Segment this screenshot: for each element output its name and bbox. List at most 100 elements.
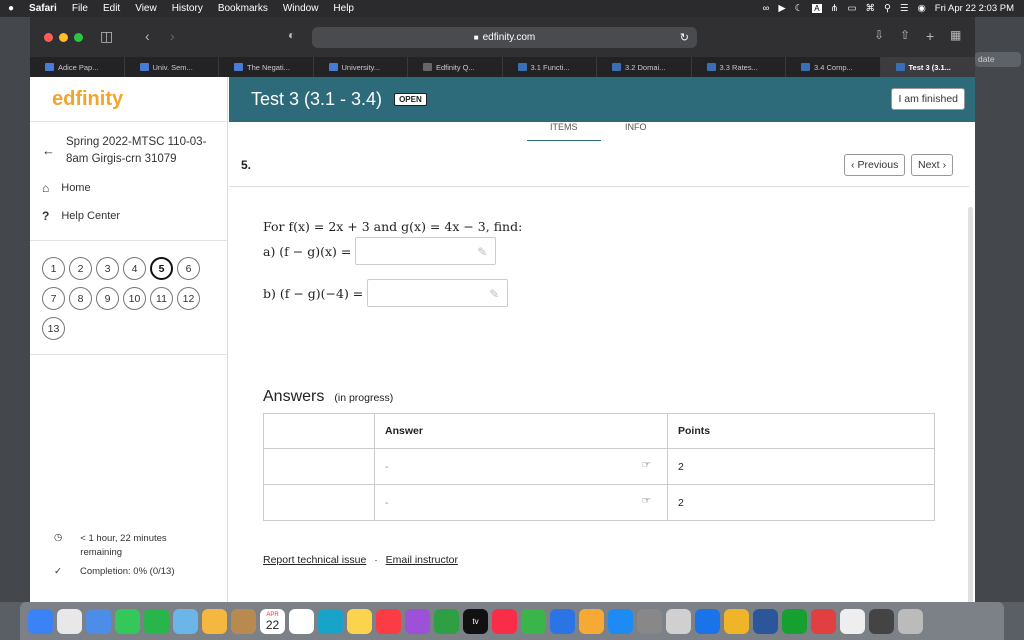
pages-icon[interactable] bbox=[579, 608, 604, 634]
back-arrow-icon[interactable]: ← bbox=[42, 143, 55, 158]
calendar-icon[interactable]: APR 22 bbox=[260, 608, 285, 634]
search-icon[interactable]: ⚲ bbox=[884, 3, 891, 14]
apple-tv-icon[interactable]: tv bbox=[463, 608, 488, 634]
launchpad-icon[interactable] bbox=[57, 608, 82, 634]
music-icon[interactable] bbox=[376, 608, 401, 634]
pencil-icon[interactable]: ✎ bbox=[489, 287, 499, 301]
facetime-icon[interactable] bbox=[144, 608, 169, 634]
browser-tab[interactable]: 3.1 Functi... bbox=[503, 57, 597, 77]
tab-info[interactable]: INFO bbox=[625, 122, 647, 132]
hand-pointer-icon[interactable]: ☞ bbox=[642, 459, 651, 471]
maps-icon[interactable] bbox=[173, 608, 198, 634]
hand-pointer-icon[interactable]: ☞ bbox=[642, 495, 651, 507]
question-1[interactable]: 1 bbox=[42, 257, 65, 280]
excel-app-icon[interactable] bbox=[782, 608, 807, 634]
menu-file[interactable]: File bbox=[72, 3, 88, 14]
wifi-icon[interactable]: ⌘ bbox=[866, 3, 876, 14]
browser-tab[interactable]: 3.3 Rates... bbox=[692, 57, 786, 77]
answer-input-a[interactable]: ✎ bbox=[355, 237, 497, 265]
document-icon[interactable] bbox=[840, 608, 865, 634]
menu-bookmarks[interactable]: Bookmarks bbox=[218, 3, 268, 14]
reminders-icon[interactable] bbox=[289, 608, 314, 634]
zoom-app-icon[interactable] bbox=[695, 608, 720, 634]
system-preferences-icon[interactable] bbox=[637, 608, 662, 634]
course-title[interactable]: Spring 2022-MTSC 110-03-8am Girgis-crn 3… bbox=[66, 134, 216, 168]
contacts-icon[interactable] bbox=[231, 608, 256, 634]
question-10[interactable]: 10 bbox=[123, 287, 146, 310]
podcasts-icon[interactable] bbox=[405, 608, 430, 634]
reload-icon[interactable]: ↻ bbox=[680, 31, 689, 44]
menu-history[interactable]: History bbox=[172, 3, 203, 14]
keyboard-input-icon[interactable]: A bbox=[812, 4, 822, 13]
word-icon[interactable] bbox=[753, 608, 778, 634]
play-icon[interactable]: ▶ bbox=[778, 3, 785, 14]
bluetooth-icon[interactable]: ⋔ bbox=[831, 3, 839, 14]
answer-input-b[interactable]: ✎ bbox=[367, 279, 509, 307]
photos-icon[interactable] bbox=[202, 608, 227, 634]
question-12[interactable]: 12 bbox=[177, 287, 200, 310]
clock[interactable]: Fri Apr 22 2:03 PM bbox=[935, 3, 1014, 14]
question-11[interactable]: 11 bbox=[150, 287, 173, 310]
browser-tab[interactable]: University... bbox=[314, 57, 408, 77]
browser-tab[interactable]: Test 3 (3.1... bbox=[880, 57, 975, 77]
close-window-button[interactable] bbox=[44, 32, 53, 42]
mail-icon[interactable] bbox=[86, 608, 111, 634]
remote-app-icon[interactable] bbox=[811, 608, 836, 634]
menu-app-name[interactable]: Safari bbox=[29, 3, 57, 14]
nav-home[interactable]: ⌂ Home bbox=[42, 181, 91, 195]
question-2[interactable]: 2 bbox=[69, 257, 92, 280]
notes-icon[interactable] bbox=[347, 608, 372, 634]
question-9[interactable]: 9 bbox=[96, 287, 119, 310]
browser-tab[interactable]: Univ. Sem... bbox=[125, 57, 219, 77]
question-6[interactable]: 6 bbox=[177, 257, 200, 280]
question-5[interactable]: 5 bbox=[150, 257, 173, 280]
app-store-icon[interactable] bbox=[608, 608, 633, 634]
downloads-icon[interactable]: ⇩ bbox=[874, 28, 884, 42]
question-4[interactable]: 4 bbox=[123, 257, 146, 280]
sync-app-icon[interactable] bbox=[318, 608, 343, 634]
email-instructor-link[interactable]: Email instructor bbox=[386, 554, 458, 566]
next-button[interactable]: Next › bbox=[911, 154, 954, 176]
browser-tab[interactable]: 3.2 Domai... bbox=[597, 57, 692, 77]
siri-icon[interactable]: ◉ bbox=[918, 3, 926, 14]
forward-icon[interactable]: › bbox=[170, 28, 175, 44]
nav-help-center[interactable]: ? Help Center bbox=[42, 209, 120, 223]
screen-icon[interactable] bbox=[869, 608, 894, 634]
browser-tab[interactable]: 3.4 Comp... bbox=[786, 57, 881, 77]
menu-edit[interactable]: Edit bbox=[103, 3, 120, 14]
news-icon[interactable] bbox=[492, 608, 517, 634]
share-icon[interactable]: ⇧ bbox=[900, 28, 910, 42]
find-my-icon[interactable] bbox=[434, 608, 459, 634]
previous-button[interactable]: ‹ Previous bbox=[844, 154, 906, 176]
tab-overview-icon[interactable]: ▦ bbox=[950, 28, 961, 42]
finder-icon[interactable] bbox=[28, 608, 53, 634]
question-3[interactable]: 3 bbox=[96, 257, 119, 280]
link-icon[interactable]: ∞ bbox=[763, 3, 770, 14]
privacy-shield-icon[interactable]: ◐ bbox=[288, 28, 295, 42]
numbers-icon[interactable] bbox=[521, 608, 546, 634]
browser-tab[interactable]: The Negati... bbox=[219, 57, 314, 77]
trash-icon[interactable] bbox=[898, 608, 923, 634]
menu-help[interactable]: Help bbox=[333, 3, 354, 14]
page-scrollbar[interactable] bbox=[968, 207, 973, 602]
address-bar[interactable]: ■ edfinity.com ↻ bbox=[312, 27, 697, 48]
finish-button[interactable]: I am finished bbox=[891, 88, 965, 110]
zoom-window-button[interactable] bbox=[74, 32, 83, 42]
menu-view[interactable]: View bbox=[135, 3, 157, 14]
control-center-icon[interactable]: ☰ bbox=[900, 3, 909, 14]
report-issue-link[interactable]: Report technical issue bbox=[263, 554, 366, 566]
moon-icon[interactable]: ☾ bbox=[795, 3, 804, 14]
menu-window[interactable]: Window bbox=[283, 3, 319, 14]
keynote-icon[interactable] bbox=[550, 608, 575, 634]
apple-icon[interactable]: ● bbox=[8, 3, 14, 14]
question-13[interactable]: 13 bbox=[42, 317, 65, 340]
preview-icon[interactable] bbox=[666, 608, 691, 634]
pencil-icon[interactable]: ✎ bbox=[477, 245, 487, 259]
messages-icon[interactable] bbox=[115, 608, 140, 634]
question-7[interactable]: 7 bbox=[42, 287, 65, 310]
question-8[interactable]: 8 bbox=[69, 287, 92, 310]
chrome-icon[interactable] bbox=[724, 608, 749, 634]
browser-tab[interactable]: Edfinity Q... bbox=[408, 57, 503, 77]
background-update-pill[interactable]: date bbox=[975, 52, 1021, 67]
minimize-window-button[interactable] bbox=[59, 32, 68, 42]
